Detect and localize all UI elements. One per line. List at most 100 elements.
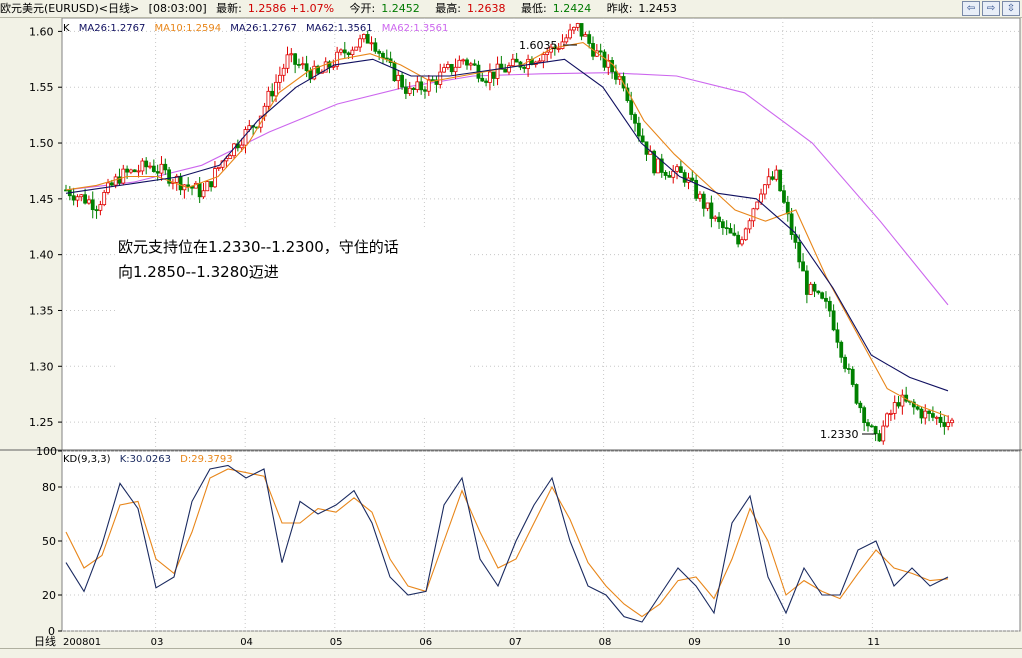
candle-body: [129, 169, 133, 173]
price-tick-label: 1.50: [29, 137, 54, 150]
symbol-title: 欧元美元(EURUSD)<日线>: [0, 2, 140, 15]
candle-body: [812, 283, 817, 292]
candle-body: [831, 310, 836, 331]
candle-body: [430, 79, 435, 82]
candle-body: [709, 202, 714, 219]
candle-body: [419, 81, 424, 91]
candle-body: [804, 270, 809, 295]
latest-price: 最新: 1.2586 +1.07%: [216, 2, 335, 15]
candle-body: [717, 216, 721, 223]
candle-body: [728, 228, 733, 234]
candle-body: [885, 413, 889, 427]
candle-body: [243, 129, 248, 146]
candle-body: [682, 172, 687, 183]
candle-body: [201, 190, 206, 198]
candle-body: [75, 196, 80, 201]
candle-body: [354, 46, 359, 51]
candle-body: [736, 234, 741, 245]
candle-body: [90, 199, 95, 211]
candle-body: [403, 86, 408, 94]
candle-body: [579, 23, 584, 37]
candle-body: [109, 182, 114, 186]
candle-body: [633, 114, 637, 124]
candle-body: [843, 356, 847, 369]
price-tick-label: 1.25: [29, 416, 54, 429]
candle-body: [186, 184, 191, 187]
candle-body: [835, 329, 840, 343]
candle-body: [931, 413, 935, 418]
candle-body: [892, 402, 897, 414]
candle-body: [87, 199, 91, 204]
low-annotation: 1.2330: [820, 428, 859, 441]
kd-legend: KD(9,3,3) K:30.0263 D:29.3793: [63, 454, 233, 465]
candle-body: [197, 182, 202, 198]
candle-body: [858, 402, 863, 409]
candle-body: [701, 193, 706, 209]
candle-body: [942, 422, 947, 427]
restore-icon[interactable]: ⇳: [1002, 1, 1020, 16]
candle-body: [541, 54, 546, 62]
candle-body: [759, 193, 763, 203]
candle-body: [915, 406, 920, 410]
candle-body: [449, 63, 454, 73]
high-annotation: 1.6035: [519, 39, 558, 52]
candle-body: [751, 208, 756, 222]
candle-body: [144, 160, 149, 168]
candle-body: [774, 169, 779, 180]
candle-body: [762, 184, 767, 195]
candle-body: [461, 59, 466, 62]
candle-body: [675, 166, 679, 172]
candle-body: [488, 71, 492, 83]
candle-body: [667, 175, 672, 178]
candle-body: [537, 60, 542, 63]
candle-body: [151, 165, 156, 172]
prev-arrow-icon[interactable]: ⇦: [962, 1, 980, 16]
candle-body: [411, 87, 416, 90]
candle-body: [346, 52, 351, 56]
candle-body: [564, 37, 569, 43]
candle-body: [274, 81, 278, 97]
x-tick-label: 09: [688, 637, 701, 648]
candle-body: [465, 59, 469, 66]
candle-body: [755, 201, 760, 210]
candle-body: [392, 62, 397, 82]
candle-body: [545, 51, 550, 55]
candle-body: [400, 74, 404, 88]
candle-body: [629, 100, 634, 115]
candle-body: [656, 158, 660, 174]
candle-body: [846, 368, 851, 370]
candle-body: [808, 283, 813, 295]
candle-body: [277, 74, 282, 83]
candle-body: [950, 419, 954, 424]
x-tick-label: 04: [240, 637, 253, 648]
candle-body: [339, 49, 343, 53]
candle-body: [136, 170, 141, 173]
candle-body: [300, 63, 305, 66]
candle-body: [663, 172, 668, 176]
open-price: 今开: 1.2452: [349, 2, 420, 15]
candle-body: [281, 67, 286, 76]
next-arrow-icon[interactable]: ⇨: [982, 1, 1000, 16]
candle-body: [270, 90, 275, 97]
candle-body: [342, 49, 347, 54]
candle-body: [79, 194, 84, 198]
candle-body: [743, 228, 748, 241]
x-tick-label: 11: [867, 637, 880, 648]
price-tick-label: 1.45: [29, 193, 54, 206]
candle-body: [442, 67, 446, 73]
candle-body: [178, 175, 183, 191]
candle-body: [148, 165, 152, 168]
candle-body: [583, 34, 588, 37]
candle-body: [163, 163, 168, 171]
candle-body: [415, 81, 420, 90]
candle-body: [698, 193, 702, 199]
candle-body: [770, 176, 775, 180]
note-line-2: 向1.2850--1.3280迈进: [118, 263, 279, 281]
note-line-1: 欧元支持位在1.2330--1.2300，守住的话: [118, 238, 399, 256]
candle-body: [789, 213, 794, 235]
candle-body: [839, 341, 844, 358]
price-tick-label: 1.40: [29, 249, 54, 262]
candle-body: [572, 26, 576, 31]
candle-body: [873, 426, 878, 435]
candle-body: [850, 368, 855, 385]
